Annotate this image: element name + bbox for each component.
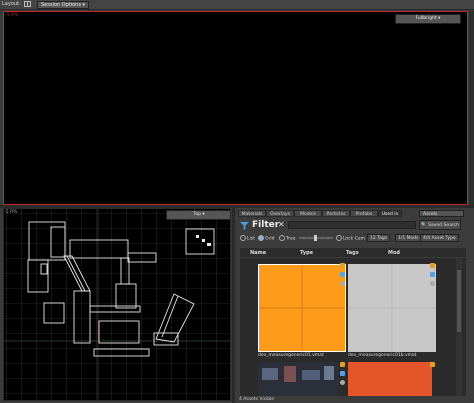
lock-cam-toggle[interactable]: Lock Cam (336, 235, 365, 243)
view-mode-dropdown[interactable]: Top ▾ (166, 210, 230, 220)
asset-browser: Materials Overlays Models Particles Pref… (236, 208, 474, 403)
map-wireframe (4, 209, 230, 400)
column-tags[interactable]: Tags (346, 250, 359, 256)
filter-icon (240, 221, 249, 230)
asset-thumbnail[interactable] (348, 362, 432, 396)
radio-icon (258, 235, 264, 241)
lock-cam-label: Lock Cam (343, 236, 365, 242)
saved-search-label: Saved Search (428, 223, 459, 228)
info-icon[interactable] (340, 281, 345, 286)
asset-thumbnail[interactable] (258, 264, 346, 352)
right-edge-panel (469, 11, 474, 208)
layout-label: Layout: (2, 1, 21, 7)
tab-overlays[interactable]: Overlays (266, 210, 294, 217)
assets-visible-status: 4 Assets Visible (239, 397, 275, 402)
tab-materials[interactable]: Materials (238, 210, 266, 217)
info-icon[interactable] (430, 281, 435, 286)
tags-filter-chip[interactable]: 12 Tags (367, 234, 391, 242)
lock-icon[interactable] (340, 371, 345, 376)
toggle-icon (336, 235, 342, 241)
texture-preview (262, 366, 334, 382)
column-type[interactable]: Type (300, 250, 313, 256)
radio-icon (240, 235, 246, 241)
column-mod[interactable]: Mod (388, 250, 400, 256)
tags-chip-label: 12 Tags (370, 236, 388, 241)
edit-icon[interactable] (430, 362, 435, 367)
info-icon[interactable] (340, 380, 345, 385)
thumbnail-size-slider[interactable] (298, 234, 334, 242)
asset-type-filter-chip[interactable]: 4/4 Asset Type (420, 234, 459, 242)
column-name[interactable]: Name (250, 250, 266, 256)
view-tree-radio[interactable]: Tree (279, 235, 295, 243)
scrollbar-thumb[interactable] (457, 270, 461, 332)
asset-type-chip-label: 4/4 Asset Type (423, 236, 456, 241)
mods-chip-label: 1/1 Mods (398, 236, 419, 241)
tab-prefabs[interactable]: Prefabs (350, 210, 378, 217)
tab-used-in[interactable]: Used in (378, 210, 402, 217)
tab-models[interactable]: Models (294, 210, 322, 217)
vertical-splitter[interactable] (232, 208, 235, 403)
asset-name: dev_measuregeneric01b.vmat (348, 353, 417, 358)
filter-input[interactable] (288, 221, 416, 229)
layout-icon[interactable] (24, 1, 31, 7)
session-options-label: Session Options (41, 2, 81, 8)
asset-thumbnail[interactable] (258, 362, 338, 396)
asset-thumbnail[interactable] (348, 264, 436, 352)
viewport-top-view[interactable]: 5 FPS Top ▾ (3, 208, 231, 401)
asset-grid: dev_measuregeneric01.vmat dev_measuregen… (240, 258, 466, 396)
view-mode-label: Top (193, 212, 201, 217)
saved-search-button[interactable]: 🔍 Saved Search (419, 220, 461, 230)
render-mode-label: Fullbright (415, 16, 437, 21)
filter-close-icon[interactable]: ✕ (278, 220, 285, 229)
tab-particles[interactable]: Particles (322, 210, 350, 217)
viewport-3d[interactable]: 5 FPS Fullbright ▾ (3, 11, 468, 205)
render-mode-dropdown[interactable]: Fullbright ▾ (395, 14, 461, 24)
filter-title: Filter (252, 220, 280, 230)
view-grid-label: Grid (265, 236, 275, 242)
session-options-button[interactable]: Session Options ▾ (37, 1, 90, 9)
asset-type-dropdown[interactable]: Assets (419, 210, 464, 217)
radio-icon (279, 235, 285, 241)
view-list-label: List (247, 236, 255, 242)
view-list-radio[interactable]: List (240, 235, 255, 243)
edit-icon[interactable] (430, 263, 435, 268)
fps-counter-top-view: 5 FPS (6, 209, 18, 214)
view-grid-radio[interactable]: Grid (258, 235, 274, 243)
asset-type-label: Assets (423, 212, 438, 217)
edit-icon[interactable] (340, 263, 345, 268)
lock-icon[interactable] (430, 272, 435, 277)
measure-grid-pattern (348, 264, 436, 352)
asset-name: dev_measuregeneric01.vmat (258, 353, 324, 358)
edit-icon[interactable] (340, 362, 345, 367)
measure-grid-pattern (259, 265, 345, 351)
mods-filter-chip[interactable]: 1/1 Mods (395, 234, 422, 242)
lock-icon[interactable] (340, 272, 345, 277)
view-tree-label: Tree (286, 236, 296, 242)
fps-counter: 5 FPS (7, 12, 19, 17)
